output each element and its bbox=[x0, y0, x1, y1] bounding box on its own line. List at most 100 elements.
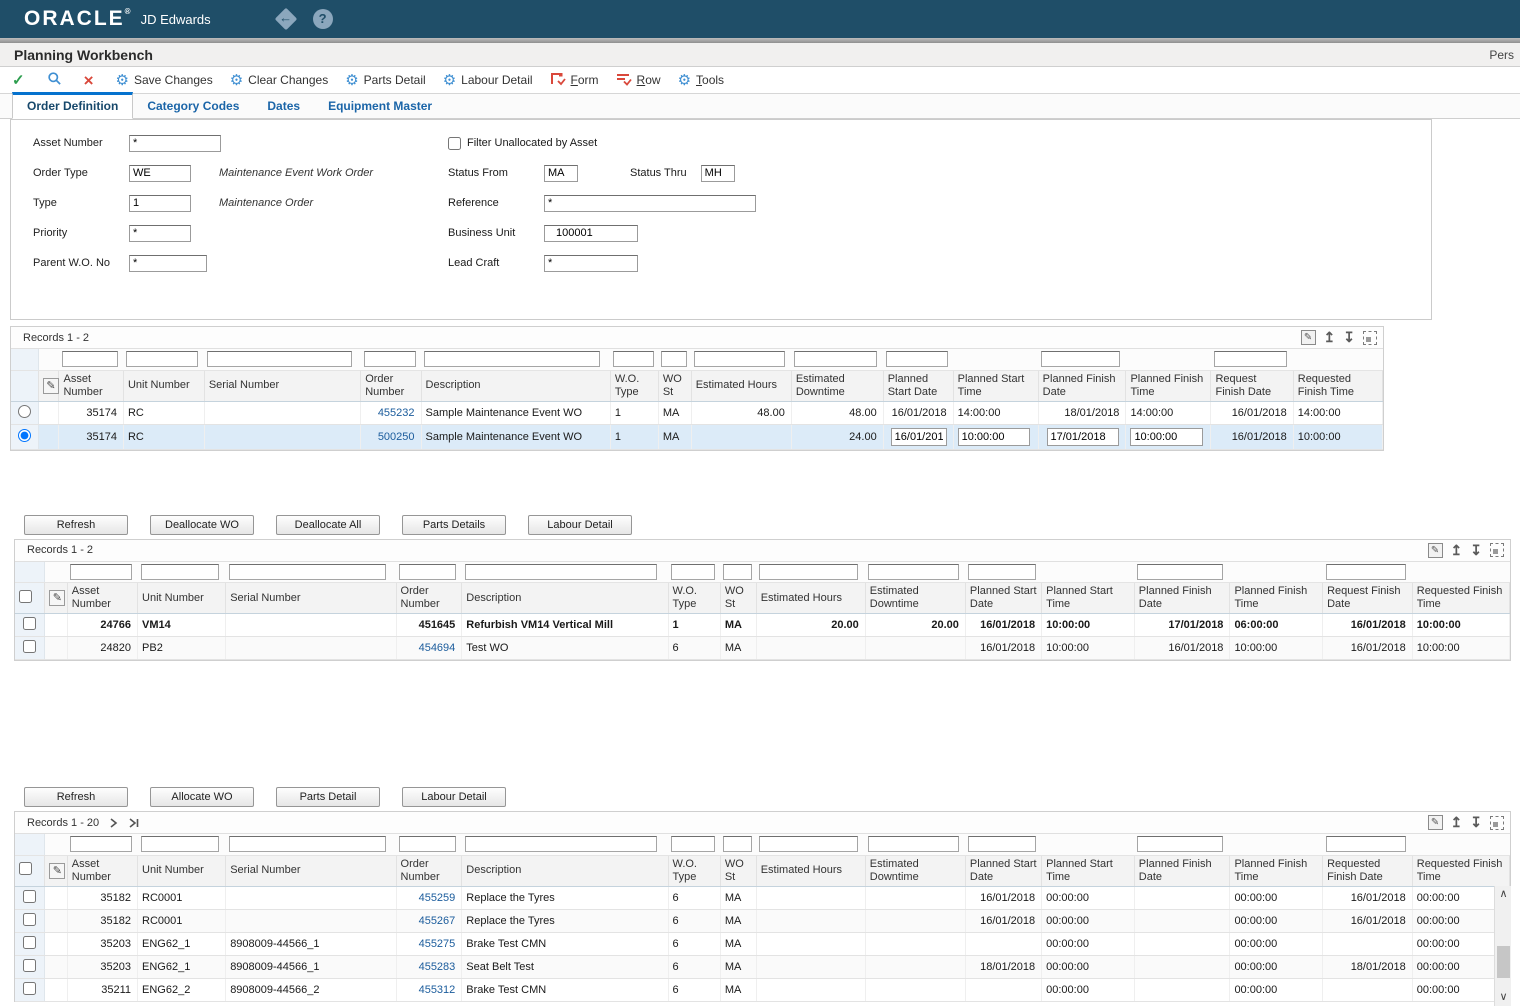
row-select-checkbox[interactable] bbox=[23, 982, 36, 995]
column-filter-input[interactable] bbox=[1137, 564, 1223, 580]
row-select-checkbox[interactable] bbox=[23, 640, 36, 653]
labour-detail-button[interactable]: Labour Detail bbox=[402, 787, 506, 807]
column-filter-input[interactable] bbox=[671, 836, 715, 852]
parts-details-button[interactable]: Parts Details bbox=[402, 515, 506, 535]
order-number-link[interactable]: 455267 bbox=[419, 915, 456, 927]
column-filter-input[interactable] bbox=[1041, 351, 1119, 367]
clear-changes-button[interactable]: ⚙Clear Changes bbox=[226, 71, 333, 90]
column-filter-input[interactable] bbox=[126, 351, 198, 367]
column-filter-input[interactable] bbox=[70, 564, 132, 580]
column-filter-input[interactable] bbox=[364, 351, 416, 367]
column-filter-input[interactable] bbox=[661, 351, 687, 367]
status-thru-field[interactable] bbox=[701, 165, 735, 182]
column-filter-input[interactable] bbox=[141, 564, 220, 580]
refresh-button[interactable]: Refresh bbox=[24, 787, 128, 807]
import-grid-icon[interactable]: ↧ bbox=[1343, 329, 1355, 346]
last-page-icon[interactable] bbox=[128, 818, 140, 828]
column-filter-input[interactable] bbox=[671, 564, 715, 580]
order-number-link[interactable]: 454694 bbox=[419, 642, 456, 654]
export-grid-icon[interactable]: ↥ bbox=[1451, 814, 1463, 831]
column-filter-input[interactable] bbox=[759, 836, 858, 852]
column-filter-input[interactable] bbox=[613, 351, 653, 367]
priority-field[interactable] bbox=[129, 225, 191, 242]
column-filter-input[interactable] bbox=[886, 351, 947, 367]
import-grid-icon[interactable]: ↧ bbox=[1470, 542, 1482, 559]
find-button[interactable] bbox=[43, 69, 71, 91]
tab-dates[interactable]: Dates bbox=[253, 95, 314, 118]
parts-detail-button[interactable]: ⚙Parts Detail bbox=[341, 71, 429, 90]
scroll-down-icon[interactable]: ∨ bbox=[1495, 989, 1511, 1006]
cell-input[interactable] bbox=[1047, 428, 1120, 446]
row-select-checkbox[interactable] bbox=[23, 890, 36, 903]
allocate-wo-button[interactable]: Allocate WO bbox=[150, 787, 254, 807]
export-grid-icon[interactable]: ↥ bbox=[1451, 542, 1463, 559]
expand-grid-icon[interactable] bbox=[1490, 543, 1504, 557]
status-from-field[interactable] bbox=[544, 165, 578, 182]
customize-grid-icon[interactable]: ✎ bbox=[1301, 330, 1316, 345]
labour-detail-button[interactable]: ⚙Labour Detail bbox=[439, 71, 537, 90]
column-filter-input[interactable] bbox=[694, 351, 784, 367]
order-number-link[interactable]: 500250 bbox=[378, 431, 415, 443]
asset-number-field[interactable] bbox=[129, 135, 221, 152]
row-select-checkbox[interactable] bbox=[23, 936, 36, 949]
column-filter-input[interactable] bbox=[1137, 836, 1223, 852]
deallocate-all-button[interactable]: Deallocate All bbox=[276, 515, 380, 535]
order-number-link[interactable]: 455312 bbox=[419, 984, 456, 996]
form-menu-button[interactable]: Form bbox=[546, 70, 603, 91]
vertical-scrollbar[interactable]: ∧ ∨ bbox=[1494, 886, 1511, 1006]
column-filter-input[interactable] bbox=[399, 836, 456, 852]
order-type-field[interactable] bbox=[129, 165, 191, 182]
parent-wo-field[interactable] bbox=[129, 255, 207, 272]
column-filter-input[interactable] bbox=[868, 836, 958, 852]
tab-order-definition[interactable]: Order Definition bbox=[12, 92, 133, 119]
column-filter-input[interactable] bbox=[1326, 836, 1406, 852]
navigator-icon[interactable]: ← bbox=[273, 6, 299, 32]
column-filter-input[interactable] bbox=[759, 564, 858, 580]
scroll-up-icon[interactable]: ∧ bbox=[1495, 886, 1511, 903]
personalization-link[interactable]: Pers bbox=[1489, 48, 1514, 62]
tab-equipment-master[interactable]: Equipment Master bbox=[314, 95, 446, 118]
column-filter-input[interactable] bbox=[465, 564, 657, 580]
deallocate-wo-button[interactable]: Deallocate WO bbox=[150, 515, 254, 535]
row-select-checkbox[interactable] bbox=[23, 913, 36, 926]
reference-field[interactable] bbox=[544, 195, 756, 212]
column-filter-input[interactable] bbox=[62, 351, 118, 367]
column-filter-input[interactable] bbox=[794, 351, 876, 367]
column-filter-input[interactable] bbox=[141, 836, 220, 852]
row-select-checkbox[interactable] bbox=[23, 617, 36, 630]
column-filter-input[interactable] bbox=[968, 564, 1035, 580]
expand-grid-icon[interactable] bbox=[1363, 331, 1377, 345]
help-icon[interactable]: ? bbox=[313, 9, 333, 29]
save-changes-button[interactable]: ⚙Save Changes bbox=[112, 71, 217, 90]
cell-input[interactable] bbox=[958, 428, 1030, 446]
order-number-link[interactable]: 455283 bbox=[419, 961, 456, 973]
column-filter-input[interactable] bbox=[723, 564, 752, 580]
select-all-checkbox[interactable] bbox=[19, 590, 32, 603]
column-filter-input[interactable] bbox=[1326, 564, 1406, 580]
column-filter-input[interactable] bbox=[399, 564, 456, 580]
cell-input[interactable] bbox=[891, 428, 947, 446]
close-button[interactable]: × bbox=[80, 71, 103, 90]
next-page-icon[interactable] bbox=[109, 818, 118, 828]
parts-detail-button[interactable]: Parts Detail bbox=[276, 787, 380, 807]
order-number-link[interactable]: 455232 bbox=[378, 407, 415, 419]
column-filter-input[interactable] bbox=[229, 564, 387, 580]
column-filter-input[interactable] bbox=[868, 564, 958, 580]
column-filter-input[interactable] bbox=[723, 836, 752, 852]
business-unit-field[interactable] bbox=[544, 225, 638, 242]
row-select-checkbox[interactable] bbox=[23, 959, 36, 972]
column-filter-input[interactable] bbox=[465, 836, 657, 852]
import-grid-icon[interactable]: ↧ bbox=[1470, 814, 1482, 831]
filter-unallocated-checkbox[interactable] bbox=[448, 137, 461, 150]
tab-category-codes[interactable]: Category Codes bbox=[133, 95, 253, 118]
column-filter-input[interactable] bbox=[424, 351, 600, 367]
column-filter-input[interactable] bbox=[70, 836, 132, 852]
type-field[interactable] bbox=[129, 195, 191, 212]
column-filter-input[interactable] bbox=[207, 351, 351, 367]
order-number-link[interactable]: 455259 bbox=[419, 892, 456, 904]
labour-detail-button[interactable]: Labour Detail bbox=[528, 515, 632, 535]
row-select-radio[interactable] bbox=[18, 405, 31, 418]
column-filter-input[interactable] bbox=[1214, 351, 1287, 367]
customize-grid-icon[interactable]: ✎ bbox=[1428, 815, 1443, 830]
refresh-button[interactable]: Refresh bbox=[24, 515, 128, 535]
